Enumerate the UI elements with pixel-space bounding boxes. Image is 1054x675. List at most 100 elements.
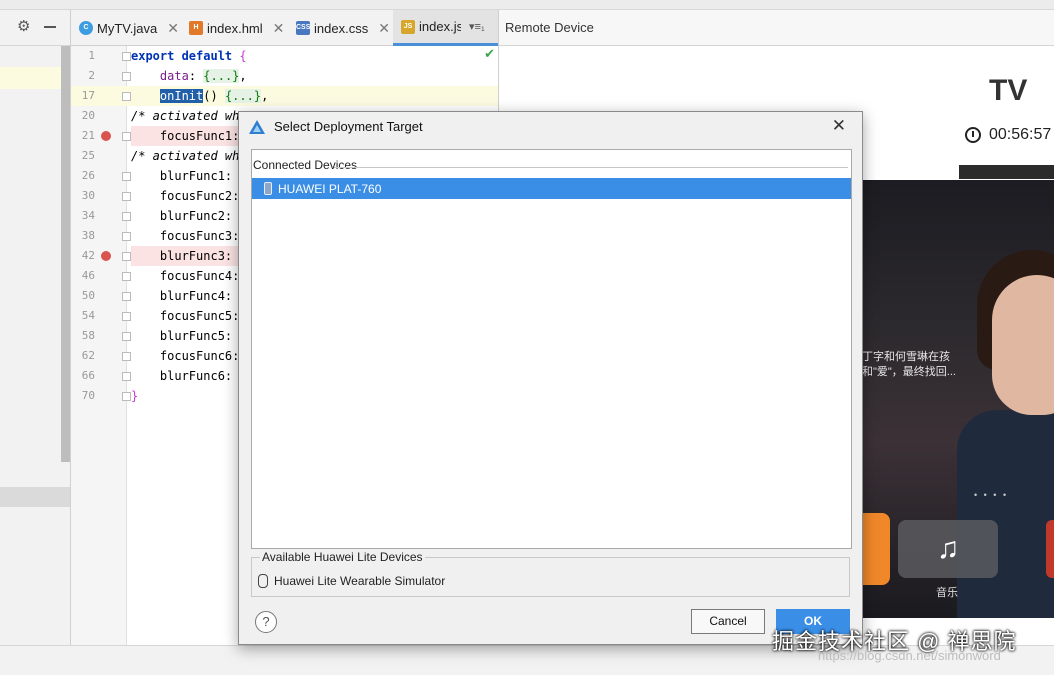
simulator-item[interactable]: Huawei Lite Wearable Simulator (258, 574, 445, 588)
tv-title: TV (989, 74, 1028, 107)
remote-device-header: Remote Device (499, 10, 1054, 46)
simulator-name: Huawei Lite Wearable Simulator (274, 574, 446, 588)
tab-label: index.hml (207, 20, 263, 36)
line-number: 20 (81, 109, 95, 122)
help-button[interactable]: ? (255, 611, 277, 633)
java-file-icon: C (79, 21, 93, 35)
minimize-icon[interactable] (44, 26, 56, 28)
fold-icon[interactable] (122, 52, 131, 61)
close-icon[interactable]: ✕ (378, 20, 390, 37)
js-file-icon: JS (401, 19, 415, 34)
connected-devices-list[interactable]: Connected Devices HUAWEI PLAT-760 (251, 149, 852, 549)
line-number: 34 (81, 209, 95, 222)
fold-icon[interactable] (122, 372, 131, 381)
brace: { (239, 49, 247, 63)
line-number: 42 (81, 249, 95, 262)
clock-icon (965, 127, 981, 143)
fold-icon[interactable] (122, 332, 131, 341)
property: data (159, 69, 189, 83)
fold-icon[interactable] (122, 272, 131, 281)
hml-file-icon: H (189, 21, 203, 35)
line-number: 62 (81, 349, 95, 362)
subtitle-line: 和"爱"，最终找回... (862, 366, 956, 378)
music-tile[interactable]: ♫ (898, 520, 998, 578)
app-logo-icon (249, 120, 265, 134)
folded-block[interactable]: {...} (203, 69, 240, 83)
punct: () (203, 89, 225, 103)
close-icon[interactable]: ✕ (167, 20, 179, 37)
tab-index-js[interactable]: JS index.js ▾≡₁ (393, 10, 498, 46)
comment: /* activated wh (131, 109, 240, 123)
tv-screen[interactable]: 丁字和何雪琳在孩 和"爱"，最终找回... • • • • ♫ 音乐 (862, 180, 1054, 618)
fold-icon[interactable] (122, 172, 131, 181)
fold-icon[interactable] (122, 232, 131, 241)
fold-icon[interactable] (122, 292, 131, 301)
line-number: 70 (81, 389, 95, 402)
video-figure-coat (957, 410, 1054, 618)
line-number: 17 (81, 89, 95, 102)
fold-icon[interactable] (122, 352, 131, 361)
fold-icon[interactable] (122, 312, 131, 321)
dialog-title: Select Deployment Target (274, 119, 423, 134)
punct: , (239, 69, 247, 83)
breakpoint-icon[interactable] (101, 131, 111, 141)
tab-label: index.js (419, 19, 461, 34)
code-text: focusFunc6: (131, 346, 239, 366)
keyword: export default (131, 49, 240, 63)
music-note-icon: ♫ (936, 532, 960, 565)
available-devices-group: Available Huawei Lite Devices Huawei Lit… (251, 550, 850, 597)
video-subtitle: 丁字和何雪琳在孩 和"爱"，最终找回... (862, 350, 972, 380)
tab-overflow-icon[interactable]: ▾≡₁ (469, 20, 485, 33)
editor-tab-bar: C MyTV.java ✕ H index.hml ✕ CSS index.cs… (71, 10, 498, 46)
app-tile-orange[interactable] (862, 513, 890, 585)
top-strip (0, 0, 1054, 10)
line-number: 1 (88, 49, 95, 62)
tab-mytv-java[interactable]: C MyTV.java ✕ (71, 10, 179, 46)
selected-row-highlight (0, 67, 62, 89)
tab-index-css[interactable]: CSS index.css ✕ (288, 10, 390, 46)
music-label: 音乐 (936, 587, 958, 599)
dialog-titlebar: Select Deployment Target ✕ (239, 112, 862, 142)
function-name: focusFunc4: (159, 269, 240, 283)
breakpoint-icon[interactable] (101, 251, 111, 261)
tv-clock: 00:56:57 (965, 126, 1051, 144)
gear-icon[interactable]: ⚙ (17, 19, 33, 35)
panel-band (0, 487, 70, 507)
fold-icon[interactable] (122, 92, 131, 101)
function-name: focusFunc2: (159, 189, 240, 203)
panel-scrollbar[interactable] (61, 46, 70, 462)
fold-icon[interactable] (122, 72, 131, 81)
code-text: blurFunc1: (131, 166, 232, 186)
available-devices-label: Available Huawei Lite Devices (260, 550, 425, 564)
function-name: focusFunc1: (159, 129, 240, 143)
function-name: blurFunc2: (159, 209, 240, 223)
punct: , (261, 89, 269, 103)
cancel-button[interactable]: Cancel (691, 609, 765, 634)
code-text: blurFunc6: (131, 366, 239, 386)
function-name: blurFunc3: (159, 249, 240, 263)
tab-index-hml[interactable]: H index.hml ✕ (181, 10, 284, 46)
close-icon[interactable]: ✕ (832, 116, 846, 136)
function-name: blurFunc5: (159, 329, 240, 343)
fold-icon[interactable] (122, 132, 131, 141)
code-line-current: 17 onInit() {...}, (71, 86, 498, 106)
line-number: 2 (88, 69, 95, 82)
device-row[interactable]: HUAWEI PLAT-760 (252, 178, 851, 199)
project-panel-header: ⚙ (0, 10, 70, 46)
divider (334, 167, 848, 168)
line-number: 26 (81, 169, 95, 182)
fold-icon[interactable] (122, 192, 131, 201)
function-name: focusFunc6: (159, 349, 240, 363)
line-number: 66 (81, 369, 95, 382)
app-tile-red[interactable] (1046, 520, 1054, 578)
folded-block[interactable]: {...} (224, 89, 262, 103)
line-number: 54 (81, 309, 95, 322)
fold-icon[interactable] (122, 252, 131, 261)
device-name: HUAWEI PLAT-760 (278, 181, 382, 196)
fold-icon[interactable] (122, 212, 131, 221)
close-icon[interactable]: ✕ (273, 20, 285, 37)
punct: : (188, 69, 204, 83)
code-text: focusFunc5: (131, 306, 239, 326)
code-text: blurFunc3: (131, 246, 240, 266)
fold-icon[interactable] (122, 392, 131, 401)
